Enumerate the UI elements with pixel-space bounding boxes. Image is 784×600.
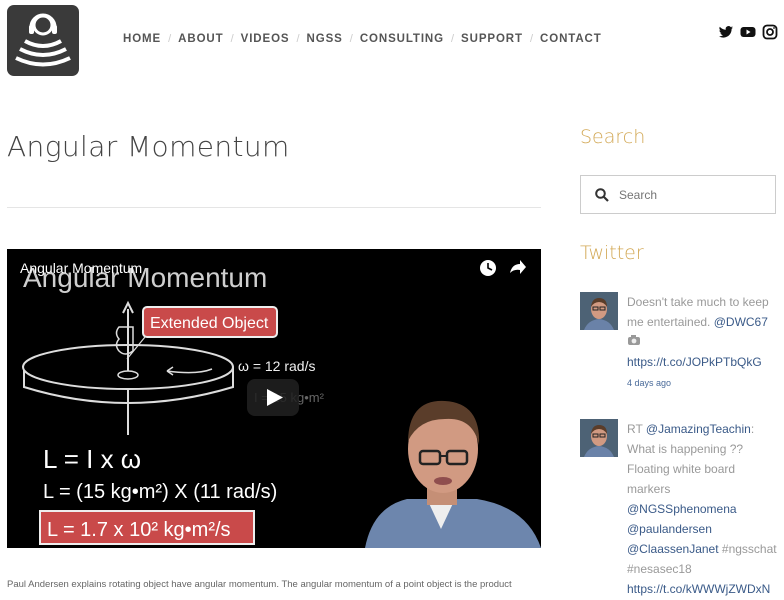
youtube-icon[interactable] xyxy=(740,24,756,40)
site-logo[interactable] xyxy=(7,5,79,76)
tweet-link[interactable]: https://t.co/JOPkPTbQkG xyxy=(627,355,762,369)
tweet-mention[interactable]: @JamazingTeachin xyxy=(646,422,751,436)
search-icon xyxy=(595,187,609,202)
tweet-mention[interactable]: @DWC67 xyxy=(714,315,768,329)
nav-contact[interactable]: CONTACT xyxy=(540,33,602,45)
svg-text:Extended Object: Extended Object xyxy=(150,315,269,332)
tweet-item: Doesn't take much to keep me entertained… xyxy=(580,292,780,392)
video-overlay-title: Angular Momentum xyxy=(20,260,142,276)
title-divider xyxy=(7,207,541,208)
nav-about[interactable]: ABOUT xyxy=(178,33,223,45)
tweet-link[interactable]: https://t.co/kWWWjZWDxN xyxy=(627,582,770,596)
tweet-timestamp[interactable]: 4 days ago xyxy=(627,378,671,388)
social-links xyxy=(718,24,778,40)
tweet-item: RT @JamazingTeachin: What is happening ?… xyxy=(580,419,780,599)
nav-ngss[interactable]: NGSS xyxy=(307,33,343,45)
avatar[interactable] xyxy=(580,292,618,330)
search-heading: Search xyxy=(580,126,646,148)
tweet-body: Doesn't take much to keep me entertained… xyxy=(627,295,769,388)
avatar[interactable] xyxy=(580,419,618,457)
video-caption: Paul Andersen explains rotating object h… xyxy=(7,579,512,590)
headphones-logo-icon xyxy=(15,13,71,67)
equation-1: L = I x ω xyxy=(43,444,141,474)
instagram-icon[interactable] xyxy=(762,24,778,40)
twitter-heading: Twitter xyxy=(580,242,644,264)
page-title: Angular Momentum xyxy=(7,130,290,163)
nav-home[interactable]: HOME xyxy=(123,33,161,45)
play-button[interactable] xyxy=(247,379,299,416)
nav-consulting[interactable]: CONSULTING xyxy=(360,33,444,45)
nav-support[interactable]: SUPPORT xyxy=(461,33,523,45)
search-field[interactable] xyxy=(580,175,776,214)
omega-label: ω = 12 rad/s xyxy=(238,358,315,374)
video-player[interactable]: Angular Momentum Angular Momentum Extend… xyxy=(7,249,541,548)
search-input[interactable] xyxy=(617,186,761,203)
result-equation: L = 1.7 x 10² kg•m²/s xyxy=(47,519,231,541)
twitter-icon[interactable] xyxy=(718,24,734,40)
nav-videos[interactable]: VIDEOS xyxy=(241,33,290,45)
camera-emoji-icon xyxy=(627,335,641,349)
watch-later-icon[interactable] xyxy=(480,260,496,276)
tweet-body: RT @JamazingTeachin: What is happening ?… xyxy=(627,422,777,596)
extended-object-callout: Extended Object xyxy=(142,306,278,338)
equation-2: L = (15 kg•m²) X (11 rad/s) xyxy=(43,481,277,503)
video-frame: Angular Momentum Angular Momentum Extend… xyxy=(7,249,541,548)
main-nav: HOME / ABOUT / VIDEOS / NGSS / CONSULTING / S… xyxy=(123,33,602,45)
